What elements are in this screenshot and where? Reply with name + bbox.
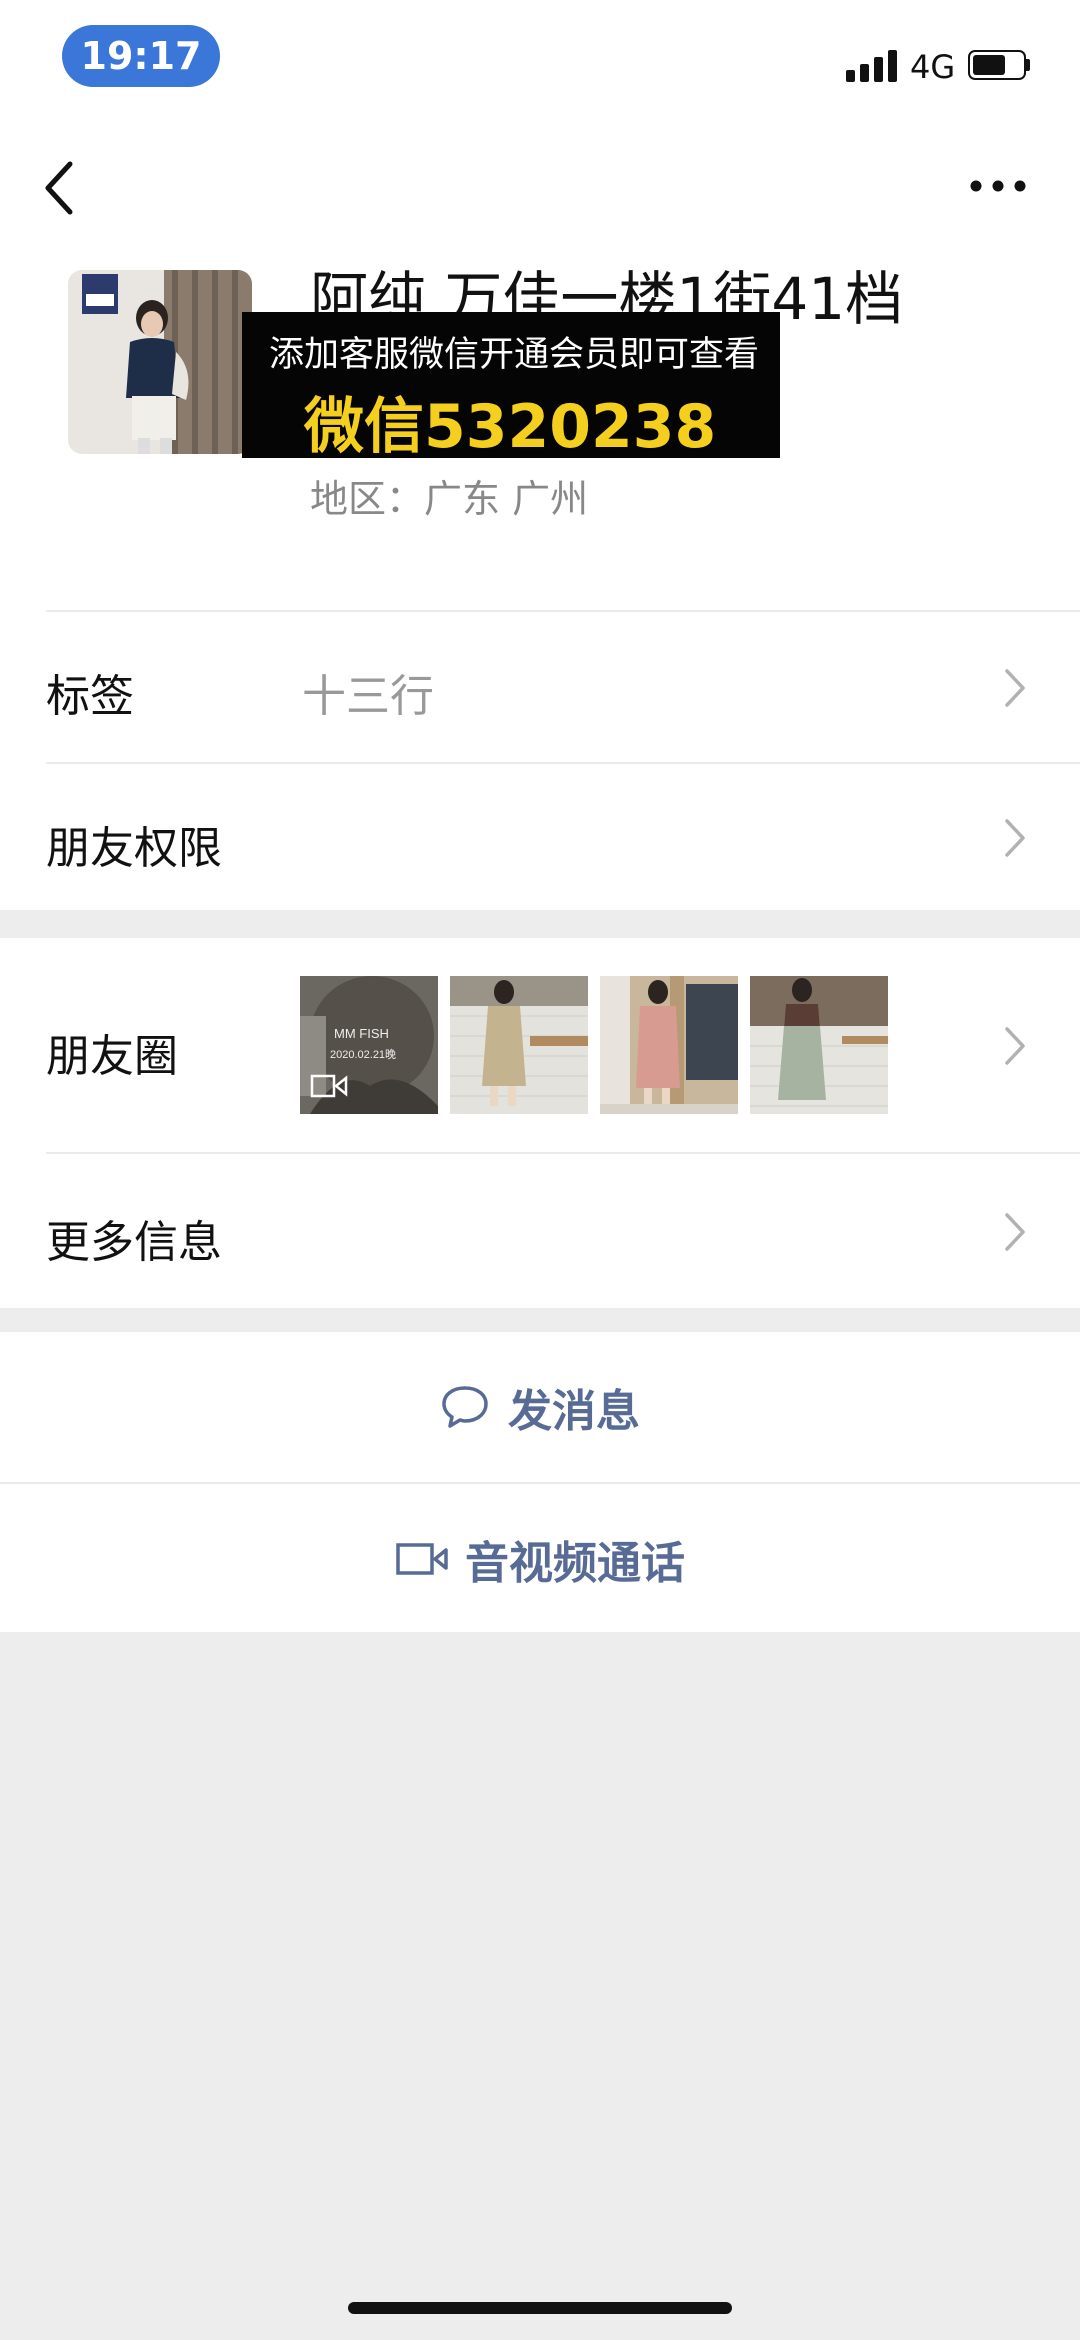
chevron-right-icon bbox=[1005, 669, 1025, 707]
chevron-left-icon bbox=[45, 161, 73, 215]
chevron-right-icon bbox=[1005, 819, 1025, 857]
video-call-button[interactable]: 音视频通话 bbox=[0, 1484, 1080, 1634]
more-dots-icon bbox=[970, 180, 1026, 192]
banner-text: 添加客服微信开通会员即可查看 bbox=[268, 335, 759, 375]
row-label: 标签 bbox=[46, 671, 134, 722]
row-label: 朋友圈 bbox=[46, 1031, 178, 1082]
video-camera-icon bbox=[396, 1543, 448, 1575]
tag-value: 十三行 bbox=[302, 671, 434, 722]
home-indicator[interactable] bbox=[348, 2302, 732, 2314]
region-label: 地区：广东 广州 bbox=[310, 477, 589, 521]
row-label: 更多信息 bbox=[46, 1217, 222, 1268]
send-message-label: 发消息 bbox=[508, 1386, 640, 1437]
status-time: 19:17 bbox=[62, 25, 220, 87]
network-label: 4G bbox=[910, 48, 956, 86]
chat-bubble-icon bbox=[442, 1386, 488, 1428]
svg-text:2020.02.21晚: 2020.02.21晚 bbox=[330, 1048, 396, 1061]
moments-thumbnail[interactable] bbox=[450, 976, 588, 1114]
overlay-banner: 添加客服微信开通会员即可查看 微信5320238 bbox=[242, 312, 780, 462]
signal-icon bbox=[846, 46, 898, 82]
back-button[interactable] bbox=[40, 160, 80, 216]
chevron-right-icon bbox=[1005, 1027, 1025, 1065]
moments-thumbnail-video[interactable]: MM FISH 2020.02.21晚 bbox=[300, 976, 438, 1114]
moments-thumbnail[interactable] bbox=[750, 976, 888, 1114]
video-call-label: 音视频通话 bbox=[465, 1538, 685, 1589]
row-tags[interactable]: 标签 十三行 bbox=[0, 612, 1080, 762]
avatar[interactable] bbox=[68, 270, 252, 454]
row-friend-permissions[interactable]: 朋友权限 bbox=[0, 764, 1080, 910]
chevron-right-icon bbox=[1005, 1213, 1025, 1251]
more-button[interactable] bbox=[968, 174, 1028, 198]
banner-wechat-id: 微信5320238 bbox=[304, 392, 717, 462]
svg-text:MM FISH: MM FISH bbox=[334, 1026, 389, 1041]
row-label: 朋友权限 bbox=[46, 823, 222, 874]
moments-thumbnail[interactable] bbox=[600, 976, 738, 1114]
row-more-info[interactable]: 更多信息 bbox=[0, 1154, 1080, 1308]
battery-icon bbox=[968, 50, 1030, 80]
send-message-button[interactable]: 发消息 bbox=[0, 1332, 1080, 1482]
